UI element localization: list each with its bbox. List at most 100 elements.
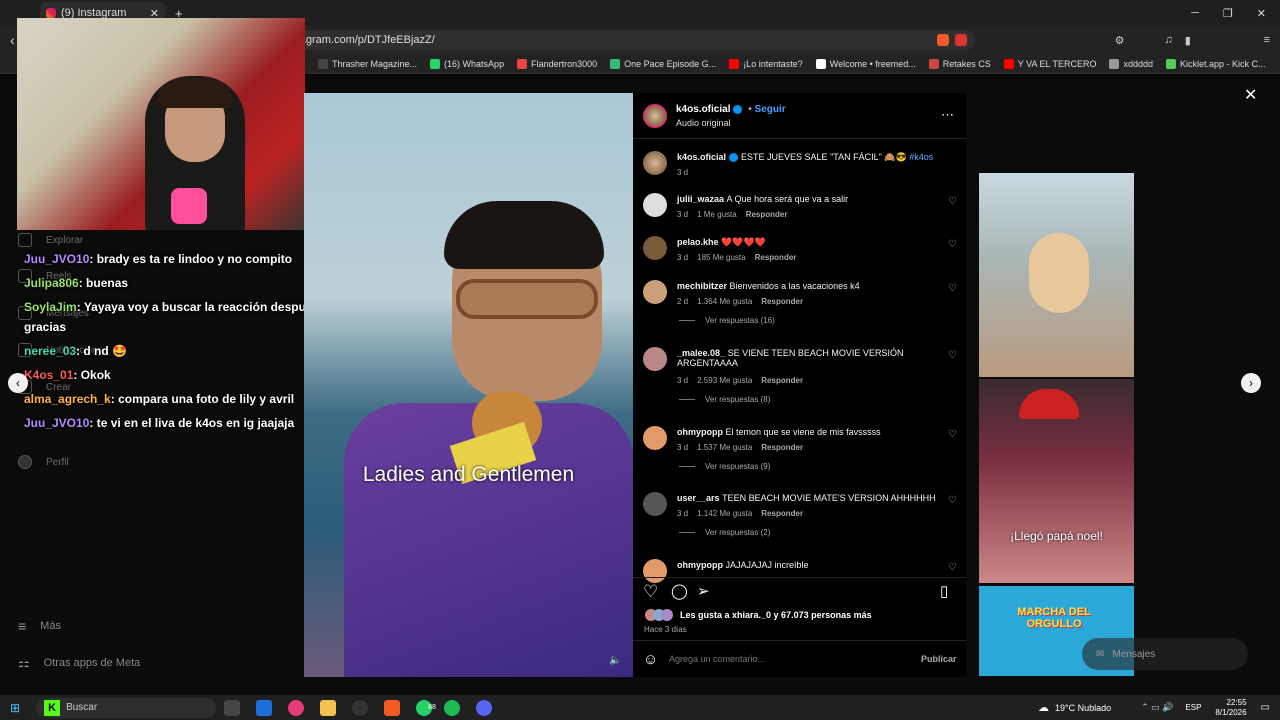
sidebar-item-perfil[interactable]: Perfil (18, 455, 69, 469)
comment-like-heart-icon[interactable]: ♡ (948, 495, 957, 506)
music-icon[interactable]: ♫ (1165, 34, 1173, 46)
sidebar-item-mas[interactable]: ≡ Más (18, 618, 61, 634)
reply-button[interactable]: Responder (746, 210, 788, 219)
commenter-avatar[interactable] (643, 492, 667, 516)
next-post-button[interactable]: › (1241, 373, 1261, 393)
emoji-icon[interactable]: ☺ (643, 651, 658, 668)
caption-username[interactable]: k4os.oficial (677, 152, 726, 162)
chat-username[interactable]: SoylaJim (24, 300, 77, 314)
brave-icon[interactable] (384, 699, 401, 716)
reel-video[interactable]: Ladies and Gentlemen 🔈 (304, 93, 633, 677)
comment-likes[interactable]: 185 Me gusta (697, 253, 745, 262)
commenter-avatar[interactable] (643, 193, 667, 217)
brave-rewards-icon[interactable] (954, 34, 967, 46)
bookmark-item[interactable]: Y VA EL TERCERO (1003, 58, 1096, 69)
chat-username[interactable]: alma_agrech_k (24, 392, 111, 406)
reply-button[interactable]: Responder (761, 443, 803, 452)
chat-username[interactable]: Juu_JVO10 (24, 252, 89, 266)
reply-button[interactable]: Responder (761, 297, 803, 306)
bookmark-item[interactable]: Flandertron3000 (517, 58, 597, 69)
comment-like-heart-icon[interactable]: ♡ (948, 429, 957, 440)
follow-button[interactable]: Seguir (755, 104, 786, 115)
comment-likes[interactable]: 1.364 Me gusta (697, 297, 752, 306)
bookmark-item[interactable]: ¡Lo intentaste? (729, 58, 803, 69)
close-window-icon[interactable]: ✕ (1257, 7, 1266, 20)
brave-shield-icon[interactable] (936, 34, 949, 46)
app-icon[interactable] (288, 699, 305, 716)
commenter-username[interactable]: ohmypopp (677, 560, 723, 570)
comment-likes[interactable]: 2.593 Me gusta (697, 376, 752, 385)
chat-username[interactable]: neree_03 (24, 344, 76, 358)
bookmark-item[interactable]: One Pace Episode G... (610, 58, 716, 69)
sidebar-toggle-icon[interactable]: ▮ (1185, 34, 1191, 47)
url-field[interactable]: tagram.com/p/DTJfeEBjazZ/ (284, 30, 975, 50)
view-replies-button[interactable]: Ver respuestas (16) (679, 316, 775, 325)
share-icon[interactable]: ➢ (697, 582, 710, 600)
commenter-avatar[interactable] (643, 236, 667, 260)
commenter-username[interactable]: ohmypopp (677, 427, 723, 437)
chat-username[interactable]: Juu_JVO10 (24, 416, 89, 430)
bookmark-item[interactable]: (16) WhatsApp (430, 58, 504, 69)
comment-like-heart-icon[interactable]: ♡ (948, 239, 957, 250)
store-icon[interactable] (256, 699, 273, 716)
comment-like-heart-icon[interactable]: ♡ (948, 562, 957, 573)
more-options-icon[interactable]: ⋯ (941, 107, 954, 123)
commenter-username[interactable]: mechibitzer (677, 281, 727, 291)
mute-icon[interactable]: 🔈 (609, 655, 621, 666)
taskbar-search[interactable]: K Buscar (36, 697, 217, 718)
publish-button[interactable]: Publicar (921, 654, 957, 664)
reply-button[interactable]: Responder (761, 509, 803, 518)
sidebar-item-meta-apps[interactable]: ⚏ Otras apps de Meta (18, 655, 140, 671)
bookmark-item[interactable]: Kicklet.app - Kick C... (1166, 58, 1266, 69)
bookmark-item[interactable]: Retakes CS (928, 58, 991, 69)
bookmark-item[interactable]: Thrasher Magazine... (318, 58, 417, 69)
commenter-username[interactable]: julii_wazaa (677, 194, 724, 204)
close-modal-icon[interactable]: ✕ (1244, 85, 1257, 105)
save-bookmark-icon[interactable]: ▯ (940, 582, 948, 600)
chrome-icon[interactable] (352, 699, 369, 716)
minimize-icon[interactable]: ─ (1191, 7, 1199, 19)
maximize-icon[interactable]: ❐ (1223, 7, 1233, 20)
back-icon[interactable]: ‹ (10, 32, 15, 48)
notifications-icon[interactable]: ▭ (1261, 702, 1270, 713)
comment-likes[interactable]: 1.537 Me gusta (697, 443, 752, 452)
view-replies-button[interactable]: Ver respuestas (2) (679, 528, 770, 537)
related-post-thumb[interactable] (979, 173, 1134, 377)
comment-likes[interactable]: 1.142 Me gusta (697, 509, 752, 518)
view-replies-button[interactable]: Ver respuestas (8) (679, 395, 770, 404)
clock[interactable]: 22:55 8/1/2026 (1215, 698, 1246, 718)
bookmark-item[interactable]: Welcome • freemed... (815, 58, 916, 69)
language-indicator[interactable]: ESP (1185, 703, 1201, 712)
audio-label[interactable]: Audio original (676, 118, 731, 128)
commenter-username[interactable]: _malee.08_ (677, 348, 725, 358)
messages-pill[interactable]: ✉ Mensajes (1082, 638, 1248, 670)
bookmark-item[interactable]: xddddd (1109, 58, 1153, 69)
hashtag-link[interactable]: #k4os (909, 152, 933, 162)
comment-likes[interactable]: 1 Me gusta (697, 210, 737, 219)
likes-summary[interactable]: Les gusta a xhiara._0 y 67.073 personas … (680, 610, 872, 620)
previous-post-button[interactable]: ‹ (8, 373, 28, 393)
comment-like-heart-icon[interactable]: ♡ (948, 196, 957, 207)
author-avatar[interactable] (643, 151, 667, 175)
discord-icon[interactable] (475, 699, 492, 716)
commenter-avatar[interactable] (643, 347, 667, 371)
sidebar-item-explorar[interactable]: Explorar (18, 233, 83, 247)
windows-start-icon[interactable]: ⊞ (10, 701, 20, 715)
comment-like-heart-icon[interactable]: ♡ (948, 283, 957, 294)
reply-button[interactable]: Responder (761, 376, 803, 385)
commenter-username[interactable]: pelao.khe (677, 237, 719, 247)
view-replies-button[interactable]: Ver respuestas (9) (679, 462, 770, 471)
author-username[interactable]: k4os.oficial (676, 104, 730, 115)
author-avatar[interactable] (643, 104, 667, 128)
comment-like-heart-icon[interactable]: ♡ (948, 350, 957, 361)
comment-input[interactable] (669, 650, 909, 668)
related-post-thumb[interactable]: ¡Llegó papá noel! (979, 379, 1134, 583)
extensions-icon[interactable]: ⚙ (1115, 34, 1125, 47)
weather-text[interactable]: 19°C Nublado (1055, 703, 1111, 713)
comment-icon[interactable]: ◯ (671, 582, 688, 600)
spotify-icon[interactable] (443, 699, 460, 716)
chat-username[interactable]: K4os_01 (24, 368, 73, 382)
tray-icons[interactable]: ⌃ ▭ 🔊 (1141, 702, 1173, 713)
reply-button[interactable]: Responder (755, 253, 797, 262)
menu-icon[interactable]: ≡ (1264, 34, 1270, 46)
